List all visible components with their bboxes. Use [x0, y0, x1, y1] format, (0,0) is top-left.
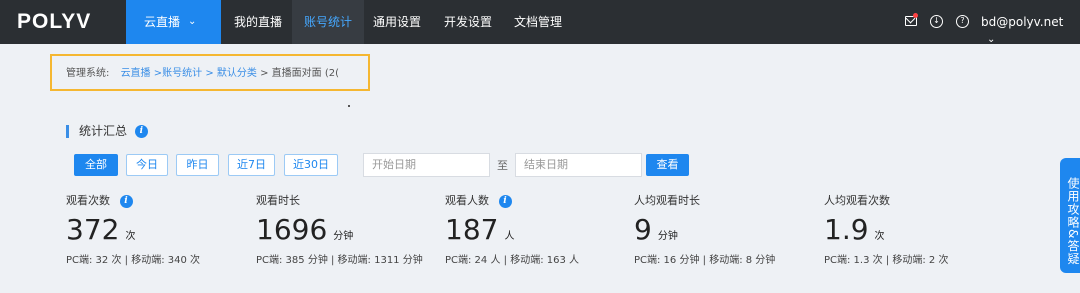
stat-value: 187 — [445, 213, 499, 246]
stat-value-row: 372 次 — [66, 213, 200, 254]
stat-view-duration: 观看时长 1696 分钟 PC端: 385 分钟 | 移动端: 1311 分钟 — [256, 193, 423, 268]
stat-breakdown: PC端: 385 分钟 | 移动端: 1311 分钟 — [256, 255, 423, 266]
nav-menu-cloud-live-label: 云直播 — [144, 15, 181, 29]
filter-yesterday-button[interactable]: 昨日 — [176, 154, 219, 176]
user-account-menu[interactable]: bd@polyv.net ⌄ — [981, 14, 1080, 48]
breadcrumb-prefix: 管理系统: — [66, 68, 110, 79]
chevron-down-icon: ⌄ — [188, 16, 197, 27]
info-icon[interactable]: i — [134, 125, 148, 138]
help-guide-tab[interactable]: 使用攻略&答疑 — [1060, 158, 1080, 273]
stat-label-row: 观看次数 i — [66, 193, 200, 209]
stat-breakdown: PC端: 1.3 次 | 移动端: 2 次 — [824, 255, 949, 266]
start-date-input[interactable]: 开始日期 — [363, 153, 490, 177]
stat-label: 人均观看时长 — [634, 194, 700, 207]
breadcrumb-current: > 直播面对面 (2( — [260, 68, 339, 79]
stat-unit: 分钟 — [333, 231, 354, 242]
stat-avg-views: 人均观看次数 1.9 次 PC端: 1.3 次 | 移动端: 2 次 — [824, 193, 948, 268]
stat-value: 1696 — [256, 213, 328, 246]
stat-value-row: 1.9 次 — [824, 213, 948, 254]
info-icon[interactable]: i — [498, 194, 512, 208]
stat-viewer-count: 观看人数 i 187 人 PC端: 24 人 | 移动端: 163 人 — [445, 193, 579, 268]
filter-today-button[interactable]: 今日 — [126, 154, 168, 176]
nav-item-my-live[interactable]: 我的直播 — [234, 0, 282, 44]
user-email: bd@polyv.net — [981, 15, 1064, 29]
info-icon[interactable]: i — [119, 194, 133, 208]
download-icon[interactable]: ↓ — [930, 15, 943, 28]
filter-7days-button[interactable]: 近7日 — [228, 154, 275, 176]
stat-label: 人均观看次数 — [824, 194, 890, 207]
stat-value-row: 187 人 — [445, 213, 579, 254]
stray-dot — [348, 105, 350, 107]
stat-unit: 人 — [504, 231, 515, 242]
breadcrumb: 管理系统: 云直播 >账号统计 > 默认分类 > 直播面对面 (2( — [50, 54, 370, 91]
top-navbar: POLYV 云直播 ⌄ 我的直播 账号统计 通用设置 开发设置 文档管理 ↓ ?… — [0, 0, 1080, 45]
breadcrumb-link-account-stats[interactable]: >账号统计 — [154, 68, 202, 79]
stat-breakdown: PC端: 16 分钟 | 移动端: 8 分钟 — [634, 255, 776, 266]
help-icon[interactable]: ? — [956, 15, 969, 28]
view-button[interactable]: 查看 — [646, 154, 689, 176]
nav-item-dev-settings[interactable]: 开发设置 — [444, 0, 492, 44]
stat-value-row: 1696 分钟 — [256, 213, 423, 254]
stat-view-count: 观看次数 i 372 次 PC端: 32 次 | 移动端: 340 次 — [66, 193, 200, 268]
stat-label: 观看次数 — [66, 194, 110, 207]
stat-value: 9 — [634, 213, 652, 246]
chevron-down-icon: ⌄ — [987, 34, 996, 45]
breadcrumb-link-default-category[interactable]: > 默认分类 — [205, 68, 257, 79]
stat-avg-duration: 人均观看时长 9 分钟 PC端: 16 分钟 | 移动端: 8 分钟 — [634, 193, 775, 268]
stat-label-row: 观看人数 i — [445, 193, 579, 209]
stat-breakdown: PC端: 32 次 | 移动端: 340 次 — [66, 255, 201, 266]
date-range-separator: 至 — [497, 159, 508, 172]
nav-item-docs[interactable]: 文档管理 — [514, 0, 562, 44]
filter-all-button[interactable]: 全部 — [74, 154, 118, 176]
stat-label: 观看人数 — [445, 194, 489, 207]
section-title: 统计汇总 i — [66, 125, 148, 138]
stat-value: 1.9 — [824, 213, 869, 246]
section-title-text: 统计汇总 — [79, 124, 128, 138]
stat-value: 372 — [66, 213, 120, 246]
end-date-input[interactable]: 结束日期 — [515, 153, 642, 177]
breadcrumb-link-cloud-live[interactable]: 云直播 — [121, 68, 151, 79]
nav-menu-cloud-live[interactable]: 云直播 ⌄ — [126, 0, 221, 44]
nav-item-account-stats[interactable]: 账号统计 — [292, 0, 365, 44]
nav-item-general-settings[interactable]: 通用设置 — [373, 0, 421, 44]
stat-unit: 次 — [874, 231, 885, 242]
stat-unit: 次 — [125, 231, 136, 242]
stat-unit: 分钟 — [657, 231, 678, 242]
filter-30days-button[interactable]: 近30日 — [284, 154, 338, 176]
notification-dot — [913, 13, 918, 18]
stat-label: 观看时长 — [256, 194, 300, 207]
stat-breakdown: PC端: 24 人 | 移动端: 163 人 — [445, 255, 580, 266]
polyv-logo[interactable]: POLYV — [17, 10, 91, 34]
stat-value-row: 9 分钟 — [634, 213, 775, 254]
